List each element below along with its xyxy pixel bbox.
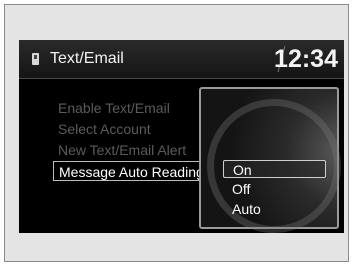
phone-icon: [32, 53, 39, 65]
clock: 12:34: [274, 45, 338, 73]
option-off[interactable]: Off: [223, 180, 326, 198]
infotainment-screen: Text/Email 12:34 Enable Text/Email Selec…: [19, 40, 344, 233]
menu-item-new-alert[interactable]: New Text/Email Alert: [53, 140, 201, 160]
title-bar: Text/Email 12:34: [19, 40, 344, 79]
menu-item-select-account[interactable]: Select Account: [53, 119, 201, 139]
menu-item-message-auto-reading[interactable]: Message Auto Reading: [53, 161, 201, 181]
option-on[interactable]: On: [223, 160, 326, 178]
menu-item-enable-text-email[interactable]: Enable Text/Email: [53, 98, 201, 118]
option-auto[interactable]: Auto: [223, 200, 326, 218]
options-popup: On Off Auto: [199, 87, 341, 233]
figure-frame: Text/Email 12:34 Enable Text/Email Selec…: [4, 4, 349, 262]
screen-title: Text/Email: [50, 50, 124, 67]
